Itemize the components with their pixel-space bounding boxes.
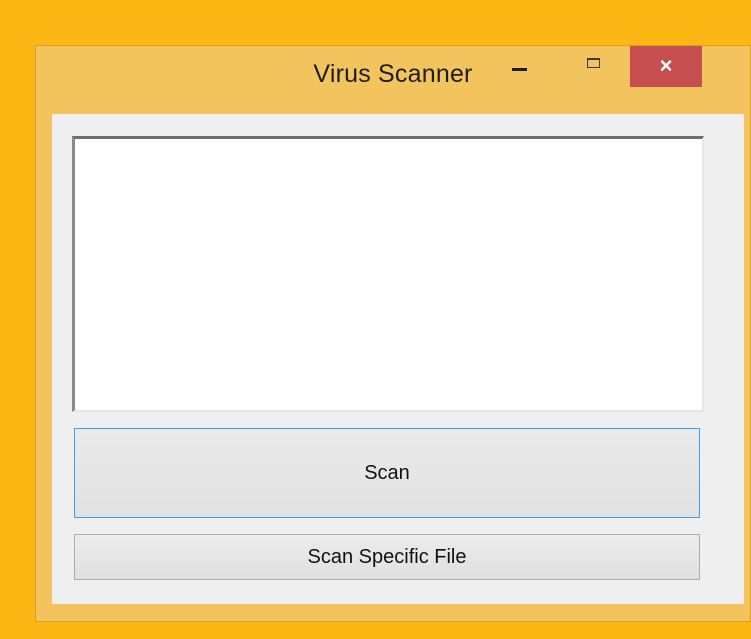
close-button[interactable]: × bbox=[630, 46, 702, 87]
scan-button-label: Scan bbox=[364, 461, 410, 484]
minimize-icon bbox=[511, 68, 527, 71]
virus-scanner-window: Virus Scanner × Scan Scan Specific File bbox=[35, 45, 751, 622]
minimize-button[interactable] bbox=[496, 46, 542, 87]
maximize-icon bbox=[586, 57, 600, 68]
maximize-button[interactable] bbox=[570, 46, 616, 87]
client-area: Scan Scan Specific File bbox=[52, 114, 744, 604]
scan-specific-file-label: Scan Specific File bbox=[307, 545, 467, 568]
scan-specific-file-button[interactable]: Scan Specific File bbox=[74, 534, 700, 580]
scan-output-textbox[interactable] bbox=[72, 136, 704, 412]
close-icon: × bbox=[659, 52, 673, 78]
scan-button[interactable]: Scan bbox=[74, 428, 700, 518]
title-bar[interactable]: Virus Scanner × bbox=[36, 46, 750, 110]
